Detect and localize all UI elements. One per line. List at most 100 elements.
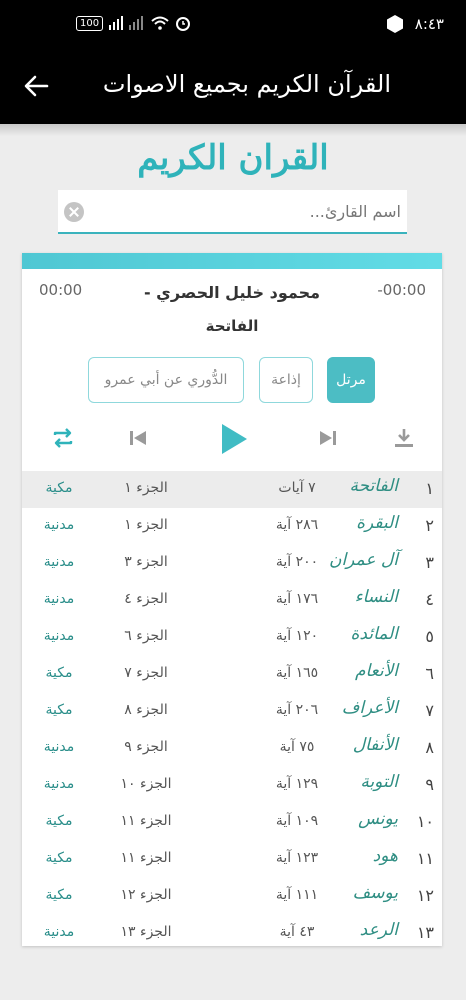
surah-number: ١٣ — [416, 923, 434, 942]
surah-ayat: ٢٨٦ آية — [275, 517, 319, 533]
wifi-icon — [151, 16, 169, 30]
search-box — [58, 190, 407, 234]
surah-ayat: ١٦٥ آية — [275, 665, 319, 681]
surah-number: ١١ — [416, 849, 434, 868]
surah-type: مدنية — [43, 776, 75, 792]
surah-juz: الجزء ٧ — [124, 665, 168, 681]
surah-name: يونس — [358, 809, 398, 829]
surah-number: ٩ — [425, 775, 434, 794]
surah-juz: الجزء ٤ — [124, 591, 168, 607]
reciter-name: محمود خليل الحصري - — [143, 283, 321, 302]
mode-radio-button[interactable]: إذاعة — [259, 357, 313, 403]
skip-previous-icon[interactable] — [128, 428, 148, 448]
signal-icon — [109, 16, 144, 30]
surah-type: مدنية — [43, 517, 75, 533]
app-title: القرآن الكريم بجميع الاصوات — [102, 70, 391, 98]
surah-row[interactable]: ٣ آل عمران ٢٠٠ آية الجزء ٣ مدنية — [22, 545, 442, 582]
player-card: 00:00 -00:00 محمود خليل الحصري - الفاتحة… — [22, 253, 442, 946]
battery-icon: 100 — [76, 15, 104, 31]
surah-row[interactable]: ٥ المائدة ١٢٠ آية الجزء ٦ مدنية — [22, 619, 442, 656]
riwaya-select[interactable]: الدُّوري عن أبي عمرو — [88, 357, 244, 403]
surah-number: ٧ — [425, 701, 434, 720]
surah-name: الأنفال — [352, 735, 398, 755]
surah-type: مدنية — [43, 628, 75, 644]
clear-icon[interactable] — [64, 202, 84, 222]
play-icon[interactable] — [220, 423, 248, 455]
surah-juz: الجزء ١٣ — [120, 924, 172, 940]
surah-ayat: ١٢٩ آية — [275, 776, 319, 792]
surah-name: الرعد — [359, 920, 398, 940]
surah-ayat: ١٢٣ آية — [275, 850, 319, 866]
app-bar-shadow — [0, 124, 466, 136]
surah-type: مدنية — [43, 924, 75, 940]
surah-type: مدنية — [43, 554, 75, 570]
surah-ayat: ١٧٦ آية — [275, 591, 319, 607]
surah-number: ١٠ — [416, 812, 434, 831]
back-arrow-icon[interactable] — [22, 72, 50, 100]
current-surah: الفاتحة — [205, 317, 259, 335]
surah-ayat: ٧ آيات — [278, 480, 316, 496]
surah-row[interactable]: ٢ البقرة ٢٨٦ آية الجزء ١ مدنية — [22, 508, 442, 545]
mode-murattal-button[interactable]: مرتل — [327, 357, 375, 403]
surah-type: مكية — [45, 813, 73, 829]
surah-ayat: ٤٣ آية — [279, 924, 315, 940]
surah-juz: الجزء ١ — [124, 517, 168, 533]
surah-name: التوبة — [360, 772, 398, 792]
surah-type: مكية — [45, 665, 73, 681]
surah-number: ١٢ — [416, 886, 434, 905]
surah-name: هود — [372, 846, 398, 866]
surah-row[interactable]: ٧ الأعراف ٢٠٦ آية الجزء ٨ مكية — [22, 693, 442, 730]
surah-row[interactable]: ١٣ الرعد ٤٣ آية الجزء ١٣ مدنية — [22, 915, 442, 946]
surah-number: ٤ — [425, 590, 434, 609]
surah-juz: الجزء ٨ — [124, 702, 168, 718]
surah-row[interactable]: ٤ النساء ١٧٦ آية الجزء ٤ مدنية — [22, 582, 442, 619]
surah-type: مكية — [45, 850, 73, 866]
surah-name: يوسف — [352, 883, 398, 903]
surah-name: الأنعام — [354, 661, 398, 681]
card-accent-bar — [22, 253, 442, 269]
surah-number: ٥ — [425, 627, 434, 646]
surah-juz: الجزء ١ — [124, 480, 168, 496]
download-icon[interactable] — [392, 426, 416, 450]
surah-type: مكية — [45, 702, 73, 718]
alarm-icon — [176, 17, 191, 31]
surah-name: البقرة — [356, 513, 398, 533]
surah-name: الأعراف — [341, 698, 398, 718]
surah-juz: الجزء ٦ — [124, 628, 168, 644]
surah-number: ٨ — [425, 738, 434, 757]
surah-ayat: ٢٠٠ آية — [275, 554, 319, 570]
surah-ayat: ٧٥ آية — [279, 739, 315, 755]
surah-row[interactable]: ٩ التوبة ١٢٩ آية الجزء ١٠ مدنية — [22, 767, 442, 804]
surah-number: ٣ — [425, 553, 434, 572]
surah-row[interactable]: ١٠ يونس ١٠٩ آية الجزء ١١ مكية — [22, 804, 442, 841]
surah-type: مدنية — [43, 591, 75, 607]
reciter-search-input[interactable] — [99, 196, 403, 226]
surah-name: الفاتحة — [349, 476, 398, 496]
app-bar: القرآن الكريم بجميع الاصوات — [0, 50, 466, 124]
surah-row[interactable]: ١ الفاتحة ٧ آيات الجزء ١ مكية — [22, 471, 442, 508]
clock: ٨:٤٣ — [414, 15, 444, 33]
surah-juz: الجزء ٩ — [124, 739, 168, 755]
status-bar: 100 ٨:٤٣ — [0, 0, 466, 50]
surah-row[interactable]: ١١ هود ١٢٣ آية الجزء ١١ مكية — [22, 841, 442, 878]
surah-number: ٢ — [425, 516, 434, 535]
surah-type: مدنية — [43, 739, 75, 755]
surah-number: ١ — [425, 479, 434, 498]
surah-ayat: ١١١ آية — [275, 887, 319, 903]
surah-juz: الجزء ٣ — [124, 554, 168, 570]
hexagon-icon — [387, 15, 403, 33]
surah-juz: الجزء ١٠ — [120, 776, 172, 792]
surah-ayat: ٢٠٦ آية — [275, 702, 319, 718]
surah-juz: الجزء ١١ — [120, 813, 172, 829]
status-icons: 100 — [76, 15, 191, 31]
surah-row[interactable]: ٨ الأنفال ٧٥ آية الجزء ٩ مدنية — [22, 730, 442, 767]
surah-name: النساء — [354, 587, 398, 607]
repeat-icon[interactable] — [50, 425, 76, 451]
surah-juz: الجزء ١١ — [120, 850, 172, 866]
skip-next-icon[interactable] — [318, 428, 338, 448]
page-title: القران الكريم — [137, 138, 329, 178]
surah-number: ٦ — [425, 664, 434, 683]
surah-ayat: ١٢٠ آية — [275, 628, 319, 644]
surah-row[interactable]: ١٢ يوسف ١١١ آية الجزء ١٢ مكية — [22, 878, 442, 915]
surah-row[interactable]: ٦ الأنعام ١٦٥ آية الجزء ٧ مكية — [22, 656, 442, 693]
